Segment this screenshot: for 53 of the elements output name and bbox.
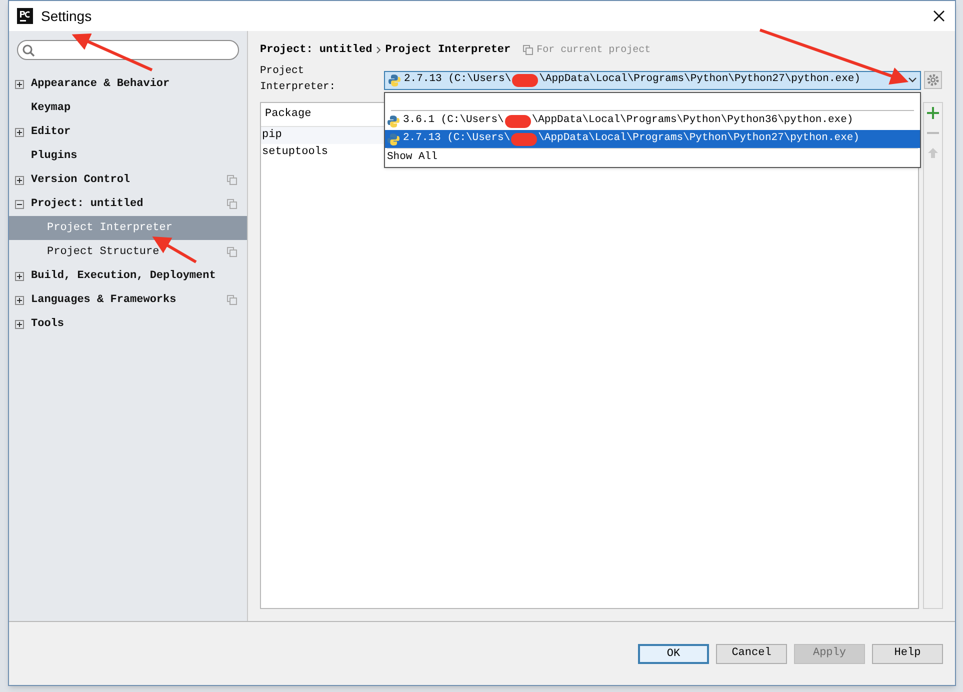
app-logo-icon: [17, 8, 33, 24]
copy-icon: [522, 45, 533, 55]
interpreter-path: \AppData\Local\Programs\Python\Python36\python.exe): [532, 113, 854, 128]
collapse-icon[interactable]: [15, 200, 24, 208]
breadcrumb-item[interactable]: Project Interpreter: [385, 42, 511, 58]
search-field[interactable]: [17, 40, 239, 60]
sidebar-item[interactable]: Languages & Frameworks: [31, 292, 227, 308]
python-icon: [387, 114, 400, 128]
window-title: Settings: [41, 6, 92, 26]
sidebar-item[interactable]: Plugins: [31, 148, 237, 164]
sidebar-item[interactable]: Project Structure: [47, 244, 227, 260]
chevron-icon: [376, 46, 382, 54]
interpreter-label: Project Interpreter:: [260, 64, 337, 95]
dialog-button[interactable]: Help: [872, 644, 943, 664]
add-icon[interactable]: [927, 107, 939, 119]
expand-icon[interactable]: [15, 80, 24, 88]
sidebar-item[interactable]: Appearance & Behavior: [31, 76, 237, 92]
sidebar-item[interactable]: Editor: [31, 124, 237, 140]
table-cell-text: pip: [261, 128, 283, 144]
expand-icon[interactable]: [15, 128, 24, 136]
interpreter-path: \AppData\Local\Programs\Python\Python27\python.exe): [538, 131, 860, 146]
table-cell-text: setuptools: [261, 145, 330, 160]
interpreter-option[interactable]: 3.6.1 (C:\Users\ \AppData\Local\Programs\Python\Python36\python.exe): [385, 112, 920, 130]
redaction-mark: [512, 74, 538, 86]
sidebar-item[interactable]: Version Control: [31, 172, 227, 188]
interpreter-version: 3.6.1 (C:\Users\: [403, 113, 504, 128]
python-icon: [387, 132, 400, 146]
search-icon: [22, 44, 35, 56]
expand-icon[interactable]: [15, 272, 24, 280]
sidebar-item[interactable]: Build, Execution, Deployment: [31, 268, 237, 284]
expand-icon[interactable]: [15, 176, 24, 184]
show-all-item[interactable]: Show All: [385, 149, 920, 167]
dialog-button[interactable]: OK: [638, 644, 709, 664]
interpreter-option[interactable]: 2.7.13 (C:\Users\ \AppData\Local\Programs\Python\Python27\python.exe): [385, 130, 920, 148]
close-icon[interactable]: [933, 10, 945, 22]
redaction-mark: [511, 132, 538, 146]
interpreter-version: 2.7.13 (C:\Users\: [404, 72, 512, 88]
dialog-button[interactable]: Cancel: [716, 644, 787, 664]
sidebar-item[interactable]: Project: untitled: [31, 196, 227, 212]
interpreter-version: 2.7.13 (C:\Users\: [403, 131, 510, 146]
column-header[interactable]: Package: [261, 106, 316, 123]
interpreter-path: \AppData\Local\Programs\Python\Python27\python.exe): [539, 72, 860, 88]
breadcrumb-item[interactable]: Project: untitled: [260, 42, 372, 58]
redaction-mark: [504, 114, 531, 128]
python-icon: [388, 74, 401, 86]
caret-icon: [908, 77, 917, 83]
settings-icon[interactable]: [924, 71, 942, 89]
scope-note: For current project: [536, 44, 651, 58]
expand-icon[interactable]: [15, 296, 24, 304]
sidebar-item[interactable]: Tools: [31, 316, 237, 332]
sidebar-item[interactable]: Keymap: [31, 100, 237, 116]
interpreter-dropdown[interactable]: 2.7.13 (C:\Users\ \AppData\Local\Programs\Python\Python27\python.exe): [384, 70, 921, 90]
expand-icon[interactable]: [15, 320, 24, 328]
